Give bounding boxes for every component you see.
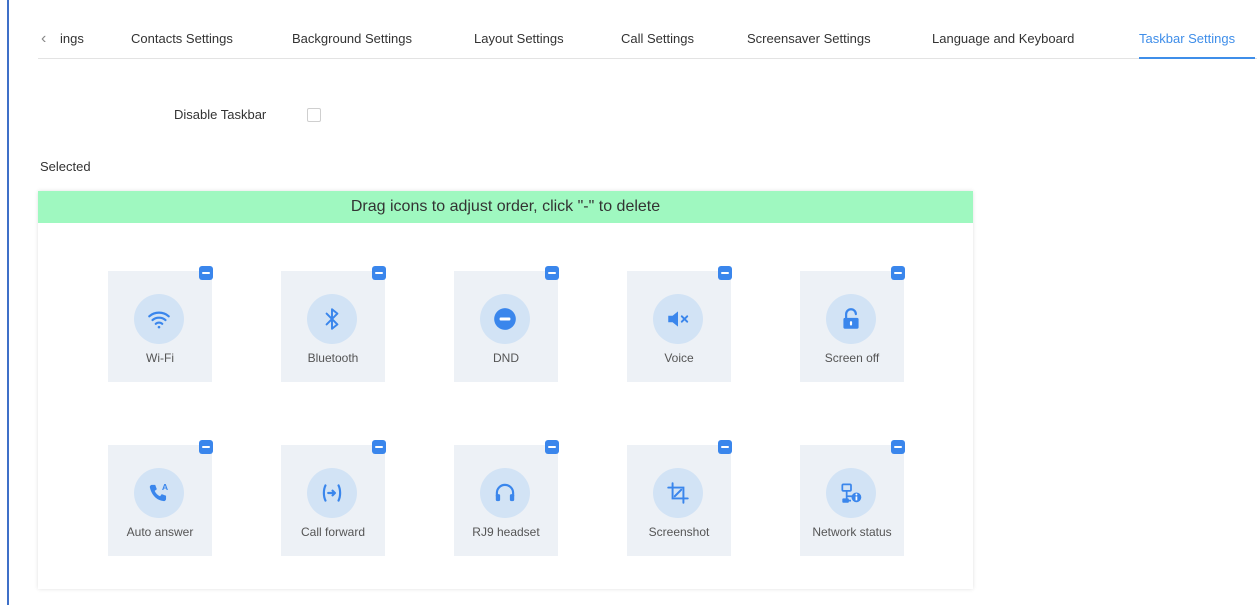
tile-label: Call forward	[300, 525, 366, 539]
tile-label: Screenshot	[648, 525, 710, 539]
delete-minus-icon[interactable]	[372, 440, 386, 454]
delete-minus-icon[interactable]	[718, 440, 732, 454]
tab-background-settings[interactable]: Background Settings	[292, 31, 412, 46]
tile-label: Auto answer	[126, 525, 194, 539]
delete-minus-icon[interactable]	[891, 440, 905, 454]
auto-answer-icon: A	[134, 468, 184, 518]
delete-minus-icon[interactable]	[718, 266, 732, 280]
tile-label: Screen off	[824, 351, 880, 365]
bluetooth-icon	[307, 294, 357, 344]
tile-label: Wi-Fi	[146, 351, 174, 365]
wifi-icon	[134, 294, 184, 344]
tile-bluetooth[interactable]: Bluetooth	[281, 266, 386, 382]
delete-minus-icon[interactable]	[372, 266, 386, 280]
dnd-icon	[480, 294, 530, 344]
tab-contacts-settings[interactable]: Contacts Settings	[131, 31, 233, 46]
selected-icons-panel: Drag icons to adjust order, click "-" to…	[38, 191, 973, 589]
selected-section-title: Selected	[40, 159, 91, 174]
settings-tab-bar: ‹ ings Contacts Settings Background Sett…	[38, 19, 1257, 59]
tile-dnd[interactable]: DND	[454, 266, 559, 382]
call-forward-icon	[307, 468, 357, 518]
delete-minus-icon[interactable]	[545, 266, 559, 280]
delete-minus-icon[interactable]	[545, 440, 559, 454]
tile-voice[interactable]: Voice	[627, 266, 732, 382]
tile-label: RJ9 headset	[472, 525, 540, 539]
lock-icon	[826, 294, 876, 344]
network-status-icon	[826, 468, 876, 518]
tile-auto-answer[interactable]: A Auto answer	[108, 440, 213, 556]
speaker-mute-icon	[653, 294, 703, 344]
drag-hint-banner: Drag icons to adjust order, click "-" to…	[38, 191, 973, 223]
active-tab-indicator	[1139, 57, 1255, 59]
tab-screensaver-settings[interactable]: Screensaver Settings	[747, 31, 871, 46]
disable-taskbar-checkbox[interactable]	[307, 108, 321, 122]
tile-network-status[interactable]: Network status	[800, 440, 905, 556]
tile-rj9-headset[interactable]: RJ9 headset	[454, 440, 559, 556]
tab-language-keyboard[interactable]: Language and Keyboard	[932, 31, 1074, 46]
disable-taskbar-label: Disable Taskbar	[174, 107, 267, 122]
tile-call-forward[interactable]: Call forward	[281, 440, 386, 556]
tile-label: Voice	[664, 351, 694, 365]
tile-screenshot[interactable]: Screenshot	[627, 440, 732, 556]
headset-icon	[480, 468, 530, 518]
delete-minus-icon[interactable]	[891, 266, 905, 280]
delete-minus-icon[interactable]	[199, 266, 213, 280]
tab-divider	[38, 58, 1257, 59]
tile-wifi[interactable]: Wi-Fi	[108, 266, 213, 382]
tile-label: Bluetooth	[307, 351, 359, 365]
tab-call-settings[interactable]: Call Settings	[621, 31, 694, 46]
tab-settings-partial[interactable]: ings	[60, 31, 84, 46]
tab-taskbar-settings[interactable]: Taskbar Settings	[1139, 31, 1235, 46]
tile-label: DND	[493, 351, 519, 365]
svg-text:A: A	[162, 482, 169, 492]
chevron-left-icon[interactable]: ‹	[41, 30, 46, 48]
crop-icon	[653, 468, 703, 518]
tile-label: Network status	[812, 525, 892, 539]
tile-screen-off[interactable]: Screen off	[800, 266, 905, 382]
window-left-border	[7, 0, 9, 605]
delete-minus-icon[interactable]	[199, 440, 213, 454]
tab-layout-settings[interactable]: Layout Settings	[474, 31, 564, 46]
